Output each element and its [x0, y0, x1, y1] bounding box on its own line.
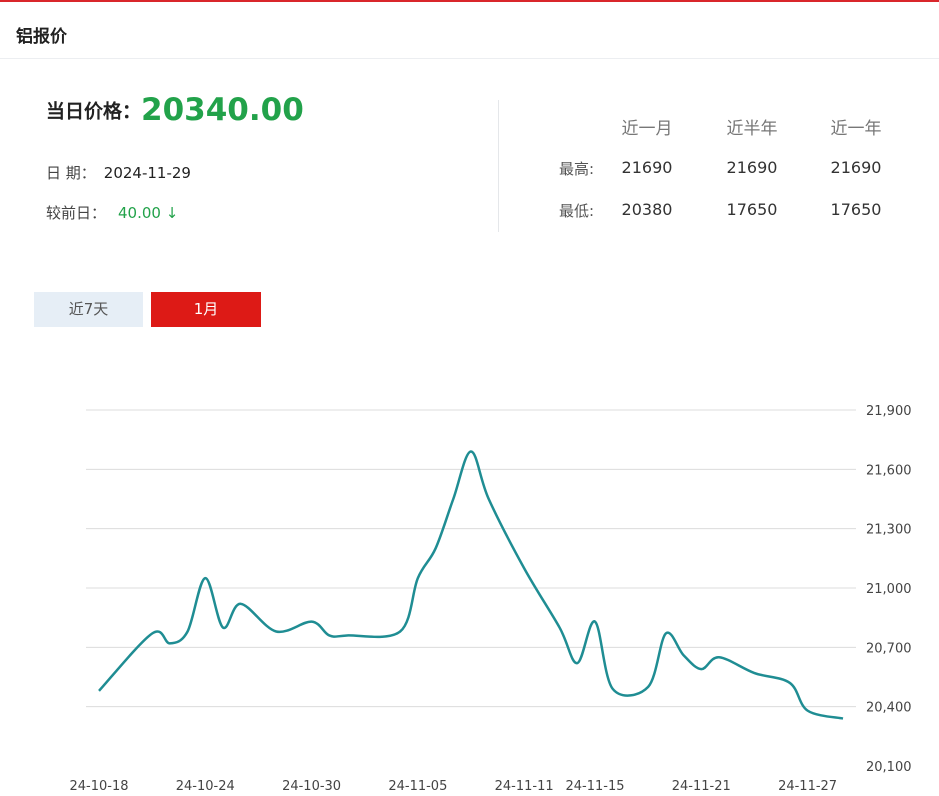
x-tick-label: 24-10-24 — [176, 779, 235, 794]
x-tick-label: 24-11-27 — [778, 779, 837, 794]
page-title: 铝报价 — [16, 27, 67, 47]
x-tick-label: 24-10-30 — [282, 779, 341, 794]
change-label: 较前日： — [46, 204, 107, 222]
stats-low-month: 20380 — [621, 200, 673, 219]
chart-grid — [86, 409, 856, 708]
y-tick-label: 20,400 — [866, 701, 912, 716]
vertical-divider — [498, 100, 499, 232]
date-row: 日 期： 2024-11-29 — [46, 162, 191, 183]
stats-high-year: 21690 — [830, 158, 882, 177]
chart-y-axis: 20,100 20,400 20,700 21,000 21,300 21,600 21,9… — [866, 404, 912, 775]
y-tick-label: 21,000 — [866, 582, 912, 597]
chart-series — [98, 450, 844, 720]
stats-high-half-year: 21690 — [726, 158, 778, 177]
x-tick-label: 24-10-18 — [69, 779, 128, 794]
current-price-row: 当日价格：20340.00 — [46, 92, 304, 128]
chart-x-axis: 24-10-18 24-10-24 24-10-30 24-11-05 24-11-11… — [69, 779, 837, 794]
stats-col-month: 近一月 — [621, 119, 673, 139]
x-tick-label: 24-11-21 — [672, 779, 731, 794]
stats-row-high-label: 最高: — [558, 160, 594, 178]
price-stats-table: 近一月 近半年 近一年 最高: 21690 21690 21690 最低: 20… — [500, 100, 930, 240]
x-tick-label: 24-11-05 — [388, 779, 447, 794]
stats-row-low-label: 最低: — [558, 202, 594, 220]
y-tick-label: 21,900 — [866, 404, 912, 419]
change-row: 较前日： 40.00 ↓ — [46, 202, 178, 223]
y-tick-label: 21,300 — [866, 523, 912, 538]
header: 铝报价 — [0, 2, 939, 59]
stats-col-half-year: 近半年 — [726, 119, 778, 139]
x-tick-label: 24-11-15 — [565, 779, 624, 794]
current-price-value: 20340.00 — [141, 92, 304, 128]
price-summary: 当日价格：20340.00 日 期： 2024-11-29 较前日： 40.00 ↓ — [46, 92, 486, 242]
change-value: 40.00 ↓ — [118, 204, 179, 222]
y-tick-label: 20,100 — [866, 760, 912, 775]
y-tick-label: 20,700 — [866, 641, 912, 656]
tab-1-month[interactable]: 1月 — [151, 292, 261, 327]
stats-high-month: 21690 — [621, 158, 673, 177]
series-line — [98, 450, 844, 720]
date-value: 2024-11-29 — [103, 164, 191, 182]
stats-col-year: 近一年 — [830, 119, 882, 139]
stats-low-half-year: 17650 — [726, 200, 778, 219]
date-label: 日 期： — [46, 164, 96, 182]
current-price-label: 当日价格： — [46, 100, 142, 123]
y-tick-label: 21,600 — [866, 463, 912, 478]
stats-low-year: 17650 — [830, 200, 882, 219]
price-line-chart: 20,100 20,400 20,700 21,000 21,300 21,600 21,9… — [69, 404, 912, 794]
tab-7-days[interactable]: 近7天 — [34, 292, 143, 327]
x-tick-label: 24-11-11 — [495, 779, 554, 794]
